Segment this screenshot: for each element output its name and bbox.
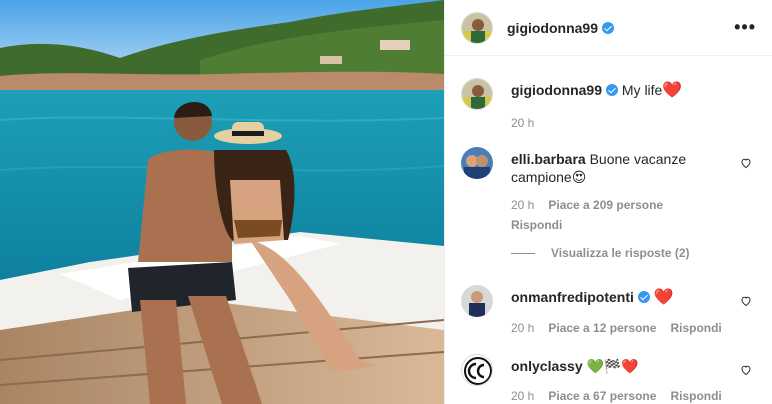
comments-panel: gigiodonna99 ••• gigiodonna99 My life❤️ … [444,0,772,404]
comment-verified-icon [637,291,650,303]
comment-time[interactable]: 20 h [511,387,534,404]
post-header: gigiodonna99 ••• [445,0,772,56]
reply-button[interactable]: Rispondi [670,319,721,337]
view-replies-button[interactable]: Visualizza le risposte (2) [511,246,690,260]
comment-username[interactable]: onmanfredipotenti [511,289,634,305]
comment-avatar[interactable] [461,354,493,386]
comment-avatar-image [462,355,492,385]
comment-emoji: ❤️ [653,289,674,306]
caption-avatar-image [462,79,492,109]
comment-likes[interactable]: Piace a 12 persone [548,319,656,337]
caption-heart-emoji: ❤️ [662,82,683,99]
heart-outline-icon[interactable] [740,364,752,376]
comment-username[interactable]: elli.barbara [511,151,586,167]
comment-avatar[interactable] [461,147,493,179]
photo-illustration [0,0,444,404]
post-view: gigiodonna99 ••• gigiodonna99 My life❤️ … [0,0,772,404]
comment-body: onlyclassy 💚🏁❤️ 20 h Piace a 67 persone … [511,354,756,404]
comment-emoji: 😍 [571,169,587,185]
comments-list: gigiodonna99 My life❤️ 20 h elli.barbara… [445,57,772,404]
post-photo[interactable] [0,0,444,404]
comment-row: elli.barbara Buone vacanze campione😍 20 … [461,147,756,234]
comment-likes[interactable]: Piace a 67 persone [548,387,656,404]
comment-body: onmanfredipotenti ❤️ 20 h Piace a 12 per… [511,285,756,337]
comment-username[interactable]: onlyclassy [511,358,583,374]
comment-row: onmanfredipotenti ❤️ 20 h Piace a 12 per… [461,285,756,337]
reply-button[interactable]: Rispondi [670,387,721,404]
comment-row: onlyclassy 💚🏁❤️ 20 h Piace a 67 persone … [461,354,756,404]
replies-divider [511,252,535,254]
author-avatar-image [462,12,492,43]
caption-row: gigiodonna99 My life❤️ 20 h [461,78,756,132]
comment-emoji: 💚🏁❤️ [586,358,639,374]
comment-likes[interactable]: Piace a 209 persone [548,196,663,214]
verified-badge-icon [602,21,614,34]
heart-outline-icon[interactable] [740,295,752,307]
author-avatar[interactable] [461,11,493,44]
caption-meta: 20 h [511,114,756,132]
caption-body: gigiodonna99 My life❤️ 20 h [511,78,756,132]
more-options-icon[interactable]: ••• [734,17,756,38]
comment-time[interactable]: 20 h [511,319,534,337]
comment-meta: 20 h Piace a 209 persone [511,196,756,214]
heart-outline-icon[interactable] [740,157,752,169]
comment-time[interactable]: 20 h [511,196,534,214]
reply-button[interactable]: Rispondi [511,216,562,234]
comment-body: elli.barbara Buone vacanze campione😍 20 … [511,147,756,234]
view-replies-label: Visualizza le risposte (2) [551,246,690,260]
comment-avatar-image [461,147,493,179]
comment-avatar-image [461,285,493,317]
comment-avatar[interactable] [461,285,493,317]
caption-text: My life [621,82,663,98]
caption-avatar[interactable] [461,78,493,110]
comment-meta: 20 h Piace a 67 persone Rispondi [511,387,756,404]
caption-username[interactable]: gigiodonna99 [511,82,602,98]
header-username[interactable]: gigiodonna99 [507,20,598,36]
caption-verified-icon [606,84,618,96]
caption-time[interactable]: 20 h [511,114,534,132]
comment-meta: 20 h Piace a 12 persone Rispondi [511,319,756,337]
comment-actions: Rispondi [511,216,756,234]
